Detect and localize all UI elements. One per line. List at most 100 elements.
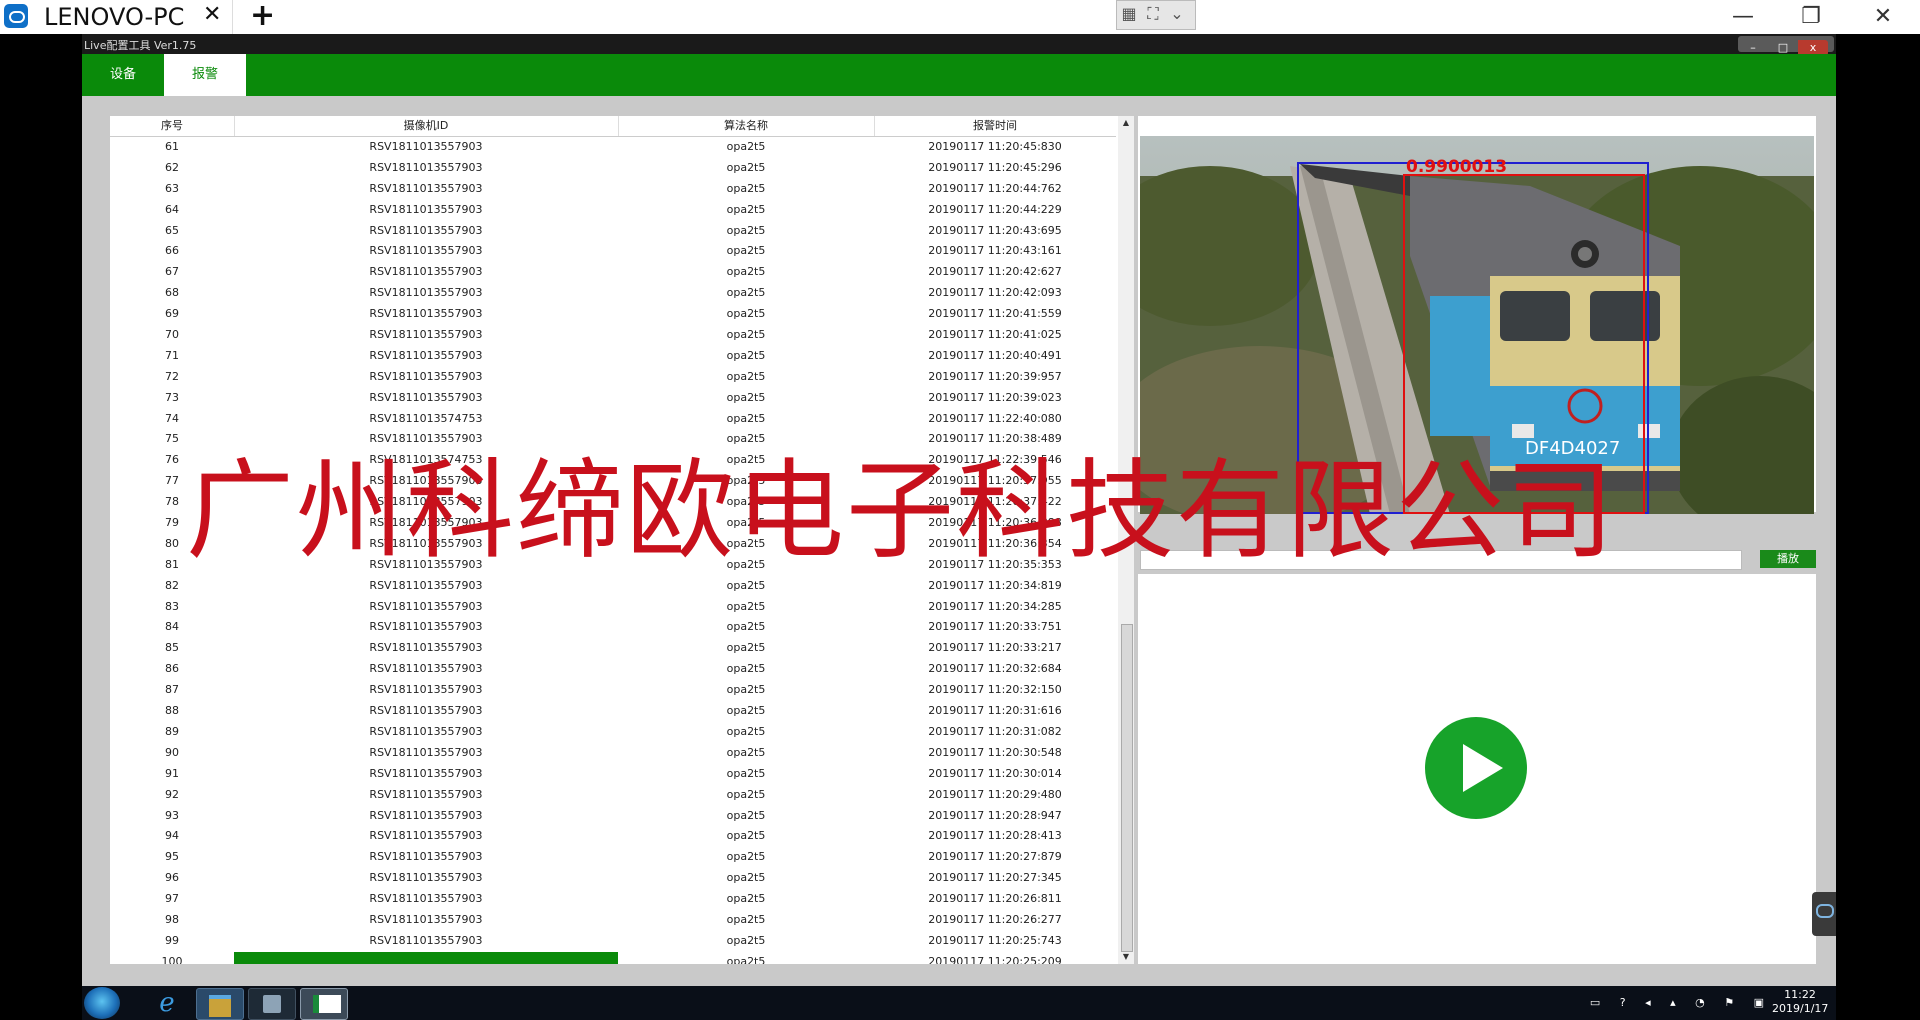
cell-camera-id: RSV1811013557903: [369, 829, 483, 843]
new-tab-button[interactable]: +: [250, 0, 275, 33]
table-row[interactable]: 91 RSV1811013557903 opa2t5 20190117 11:20:3…: [110, 764, 1116, 785]
cell-index: 88: [165, 704, 179, 718]
grid-icon[interactable]: ▦: [1117, 1, 1141, 27]
cell-camera-id: RSV1811013557903: [369, 704, 483, 718]
table-row[interactable]: 95 RSV1811013557903 opa2t5 20190117 11:20:2…: [110, 847, 1116, 868]
minimize-button[interactable]: —: [1716, 0, 1770, 34]
table-row[interactable]: 61 RSV1811013557903 opa2t5 20190117 11:20:4…: [110, 137, 1116, 158]
fullscreen-icon[interactable]: ⛶: [1141, 1, 1165, 27]
network-tool-icon[interactable]: [248, 988, 296, 1020]
table-row[interactable]: 97 RSV1811013557903 opa2t5 20190117 11:20:2…: [110, 889, 1116, 910]
table-row[interactable]: 69 RSV1811013557903 opa2t5 20190117 11:20:4…: [110, 304, 1116, 325]
cell-camera-id: RSV1811013557903: [369, 223, 483, 237]
remote-session-tabbar: LENOVO-PC ✕ + — ❐ ✕: [0, 0, 1920, 34]
tab-device[interactable]: 设备: [82, 54, 164, 96]
cell-algorithm: opa2t5: [726, 892, 766, 906]
cell-index: 73: [165, 390, 179, 404]
cell-camera-id: RSV1811013557903: [369, 578, 483, 592]
scroll-down-icon[interactable]: ▼: [1118, 950, 1134, 964]
table-row[interactable]: 73 RSV1811013557903 opa2t5 20190117 11:20:3…: [110, 388, 1116, 409]
table-row[interactable]: 74 RSV1811013574753 opa2t5 20190117 11:22:4…: [110, 409, 1116, 430]
cell-index: 89: [165, 724, 179, 738]
cell-index: 70: [165, 328, 179, 342]
remote-session-tab[interactable]: LENOVO-PC ✕: [0, 0, 233, 34]
cell-algorithm: opa2t5: [726, 390, 766, 404]
cell-algorithm: opa2t5: [726, 620, 766, 634]
cell-camera-id: RSV1811013557903: [369, 265, 483, 279]
table-row[interactable]: 72 RSV1811013557903 opa2t5 20190117 11:20:3…: [110, 367, 1116, 388]
cell-alarm-time: 20190117 11:20:45:296: [928, 160, 1062, 174]
scrollbar-thumb[interactable]: [1121, 624, 1133, 952]
cell-index: 96: [165, 871, 179, 885]
remote-side-handle[interactable]: [1812, 892, 1836, 936]
table-row[interactable]: 71 RSV1811013557903 opa2t5 20190117 11:20:4…: [110, 346, 1116, 367]
tab-alarm[interactable]: 报警: [164, 54, 246, 96]
cell-algorithm: opa2t5: [726, 745, 766, 759]
cell-index: 72: [165, 369, 179, 383]
column-header-camera-id[interactable]: 摄像机ID: [234, 116, 619, 136]
column-header-algorithm[interactable]: 算法名称: [618, 116, 875, 136]
column-header-alarm-time[interactable]: 报警时间: [874, 116, 1116, 136]
cell-camera-id: RSV1811013557903: [369, 307, 483, 321]
table-row[interactable]: 75 RSV1811013557903 opa2t5 20190117 11:20:3…: [110, 429, 1116, 450]
cell-index: 65: [165, 223, 179, 237]
table-row[interactable]: 66 RSV1811013557903 opa2t5 20190117 11:20:4…: [110, 241, 1116, 262]
cell-algorithm: opa2t5: [726, 829, 766, 843]
table-row[interactable]: 65 RSV1811013557903 opa2t5 20190117 11:20:4…: [110, 221, 1116, 242]
table-row[interactable]: 84 RSV1811013557903 opa2t5 20190117 11:20:3…: [110, 617, 1116, 638]
table-row[interactable]: 67 RSV1811013557903 opa2t5 20190117 11:20:4…: [110, 262, 1116, 283]
start-button[interactable]: [84, 987, 120, 1019]
cell-index: 71: [165, 348, 179, 362]
remote-control-toolbar: ▦ ⛶ ⌄: [1116, 0, 1196, 30]
windows-taskbar: e ▭ ? ◂ ▴ ◔ ⚑ ▣ 11:22 2019/1/17: [82, 986, 1836, 1020]
table-row[interactable]: 64 RSV1811013557903 opa2t5 20190117 11:20:4…: [110, 200, 1116, 221]
table-row[interactable]: 85 RSV1811013557903 opa2t5 20190117 11:20:3…: [110, 638, 1116, 659]
table-row[interactable]: 63 RSV1811013557903 opa2t5 20190117 11:20:4…: [110, 179, 1116, 200]
cell-camera-id: RSV1811013557903: [369, 787, 483, 801]
table-row[interactable]: 100 RSV1811013557903 opa2t5 20190117 11:20:…: [110, 951, 1116, 964]
table-row[interactable]: 83 RSV1811013557903 opa2t5 20190117 11:20:3…: [110, 597, 1116, 618]
chevron-down-icon[interactable]: ⌄: [1165, 1, 1189, 27]
internet-explorer-icon[interactable]: e: [144, 988, 190, 1018]
live-config-app-icon[interactable]: [300, 988, 348, 1020]
table-row[interactable]: 89 RSV1811013557903 opa2t5 20190117 11:20:3…: [110, 722, 1116, 743]
cell-index: 83: [165, 599, 179, 613]
file-explorer-icon[interactable]: [196, 988, 244, 1020]
table-row[interactable]: 62 RSV1811013557903 opa2t5 20190117 11:20:4…: [110, 158, 1116, 179]
taskbar-clock[interactable]: 11:22 2019/1/17: [1772, 988, 1828, 1016]
table-row[interactable]: 70 RSV1811013557903 opa2t5 20190117 11:20:4…: [110, 325, 1116, 346]
close-window-button[interactable]: ✕: [1856, 0, 1910, 34]
system-tray[interactable]: ▭ ? ◂ ▴ ◔ ⚑ ▣: [1590, 990, 1772, 1016]
cell-index: 100: [161, 954, 183, 964]
cell-algorithm: opa2t5: [726, 704, 766, 718]
table-row[interactable]: 87 RSV1811013557903 opa2t5 20190117 11:20:3…: [110, 680, 1116, 701]
table-row[interactable]: 82 RSV1811013557903 opa2t5 20190117 11:20:3…: [110, 576, 1116, 597]
table-row[interactable]: 92 RSV1811013557903 opa2t5 20190117 11:20:2…: [110, 785, 1116, 806]
cell-camera-id: RSV1811013557903: [369, 599, 483, 613]
cell-camera-id: RSV1811013557903: [369, 202, 483, 216]
play-circle-icon[interactable]: [1425, 717, 1527, 819]
cell-algorithm: opa2t5: [726, 933, 766, 947]
scroll-up-icon[interactable]: ▲: [1118, 116, 1134, 130]
table-row[interactable]: 99 RSV1811013557903 opa2t5 20190117 11:20:2…: [110, 931, 1116, 952]
play-button[interactable]: 播放: [1760, 550, 1816, 568]
table-row[interactable]: 94 RSV1811013557903 opa2t5 20190117 11:20:2…: [110, 826, 1116, 847]
table-row[interactable]: 88 RSV1811013557903 opa2t5 20190117 11:20:3…: [110, 701, 1116, 722]
cell-alarm-time: 20190117 11:20:44:229: [928, 202, 1062, 216]
cell-alarm-time: 20190117 11:20:28:413: [928, 829, 1062, 843]
table-row[interactable]: 68 RSV1811013557903 opa2t5 20190117 11:20:4…: [110, 283, 1116, 304]
cell-algorithm: opa2t5: [726, 369, 766, 383]
cell-index: 97: [165, 892, 179, 906]
column-header-index[interactable]: 序号: [110, 116, 235, 136]
table-row[interactable]: 96 RSV1811013557903 opa2t5 20190117 11:20:2…: [110, 868, 1116, 889]
table-row[interactable]: 93 RSV1811013557903 opa2t5 20190117 11:20:2…: [110, 806, 1116, 827]
restore-button[interactable]: ❐: [1784, 0, 1838, 34]
cell-camera-id: RSV1811013557903: [369, 244, 483, 258]
cell-algorithm: opa2t5: [726, 808, 766, 822]
table-row[interactable]: 86 RSV1811013557903 opa2t5 20190117 11:20:3…: [110, 659, 1116, 680]
table-row[interactable]: 98 RSV1811013557903 opa2t5 20190117 11:20:2…: [110, 910, 1116, 931]
close-tab-icon[interactable]: ✕: [203, 2, 221, 27]
cell-camera-id: RSV1811013557903: [369, 390, 483, 404]
cell-camera-id: RSV1811013557903: [369, 683, 483, 697]
table-row[interactable]: 90 RSV1811013557903 opa2t5 20190117 11:20:3…: [110, 743, 1116, 764]
